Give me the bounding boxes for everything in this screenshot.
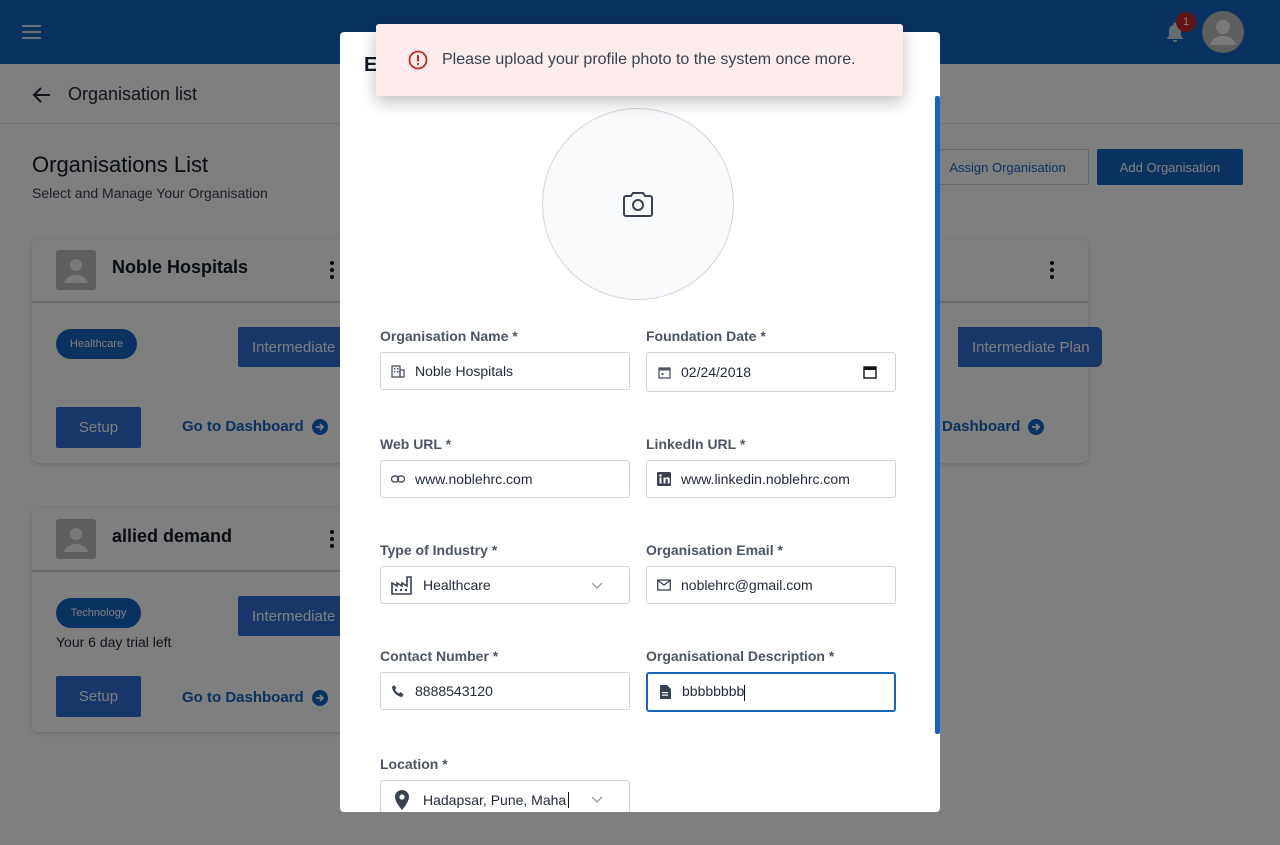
building-icon — [391, 364, 405, 378]
description-value: bbbbbbbb — [682, 683, 746, 701]
chevron-down-icon[interactable] — [591, 793, 603, 805]
industry-select[interactable]: Healthcare — [380, 566, 630, 604]
error-toast: Please upload your profile photo to the … — [376, 24, 903, 96]
error-circle-icon — [408, 50, 428, 70]
org-name-label: Organisation Name * — [380, 328, 518, 344]
email-label: Organisation Email * — [646, 542, 783, 558]
edit-organisation-modal: E Organisation Name * Noble Hospitals Fo… — [340, 32, 940, 812]
email-value: noblehrc@gmail.com — [681, 577, 813, 593]
calendar-picker-icon[interactable] — [863, 365, 877, 379]
org-name-input[interactable]: Noble Hospitals — [380, 352, 630, 390]
profile-photo-upload[interactable] — [542, 108, 734, 300]
phone-icon — [391, 684, 405, 698]
description-label: Organisational Description * — [646, 648, 835, 664]
location-pin-icon — [391, 789, 413, 811]
foundation-date-input[interactable]: 02/24/2018 — [646, 352, 896, 392]
email-input[interactable]: noblehrc@gmail.com — [646, 566, 896, 604]
factory-icon — [391, 574, 413, 596]
contact-label: Contact Number * — [380, 648, 499, 664]
web-url-label: Web URL * — [380, 436, 452, 452]
scrollbar[interactable] — [935, 96, 940, 734]
foundation-date-label: Foundation Date * — [646, 328, 766, 344]
industry-label: Type of Industry * — [380, 542, 498, 558]
location-value: Hadapsar, Pune, Maha — [423, 792, 569, 808]
contact-input[interactable]: 8888543120 — [380, 672, 630, 710]
chevron-down-icon[interactable] — [591, 579, 603, 591]
web-url-input[interactable]: www.noblehrc.com — [380, 460, 630, 498]
camera-icon — [623, 192, 653, 217]
calendar-icon — [657, 365, 671, 379]
location-label: Location * — [380, 756, 448, 772]
contact-value: 8888543120 — [415, 683, 493, 699]
link-icon — [391, 472, 405, 486]
description-input[interactable]: bbbbbbbb — [646, 672, 896, 712]
linkedin-url-value: www.linkedin.noblehrc.com — [681, 471, 850, 487]
industry-value: Healthcare — [423, 577, 491, 593]
document-icon — [658, 685, 672, 699]
location-select[interactable]: Hadapsar, Pune, Maha — [380, 780, 630, 812]
foundation-date-value: 02/24/2018 — [681, 364, 752, 380]
org-name-value: Noble Hospitals — [415, 363, 514, 379]
linkedin-icon — [657, 472, 671, 486]
linkedin-url-input[interactable]: www.linkedin.noblehrc.com — [646, 460, 896, 498]
toast-message: Please upload your profile photo to the … — [442, 51, 856, 68]
mail-icon — [657, 578, 671, 592]
web-url-value: www.noblehrc.com — [415, 471, 533, 487]
description-text: bbbbbbbb — [682, 683, 745, 700]
linkedin-url-label: LinkedIn URL * — [646, 436, 746, 452]
text-cursor — [744, 684, 746, 701]
